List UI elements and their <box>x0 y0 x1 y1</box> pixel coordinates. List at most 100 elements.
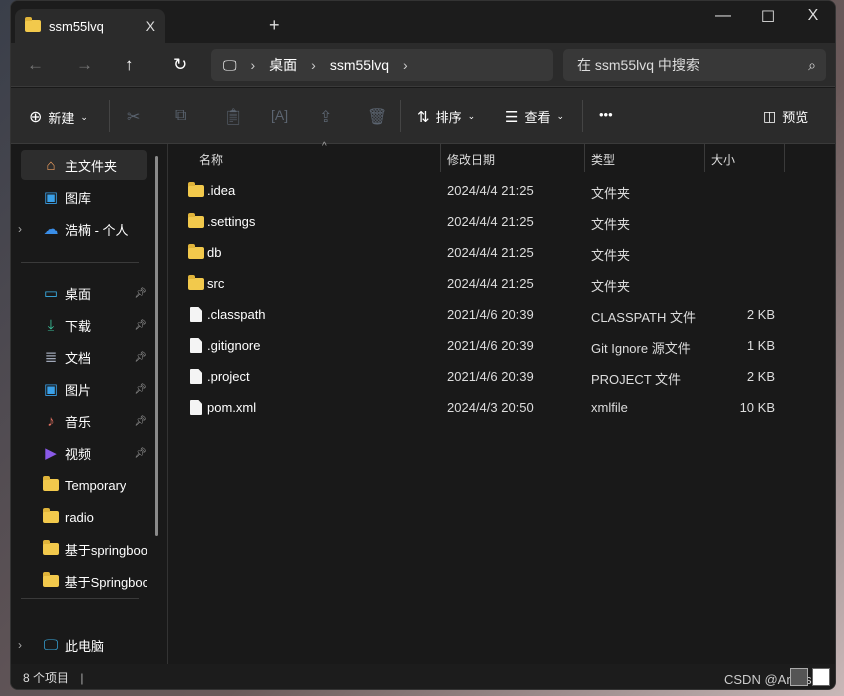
view-button[interactable]: ☰ 查看 ⌄ <box>505 107 564 126</box>
chevron-down-icon: ⌄ <box>556 111 565 121</box>
home-icon: ⌂ <box>46 156 56 174</box>
breadcrumb-desktop[interactable]: 桌面 <box>269 55 297 75</box>
delete-icon[interactable]: 🗑︎ <box>367 107 387 127</box>
maximize-button[interactable]: ☐ <box>748 7 788 27</box>
sidebar-item[interactable]: ▣ 图片 📌︎ <box>21 374 147 404</box>
column-divider[interactable] <box>584 144 585 172</box>
file-type: 文件夹 <box>591 186 631 201</box>
file-row[interactable]: .settings 2024/4/4 21:25 文件夹 <box>168 206 835 237</box>
navigation-pane: ⌂ 主文件夹 ▣ 图库 › ☁ 浩楠 - 个人 ▭ 桌面 📌︎ ⤓ 下载 📌︎ ≣ 文档 📌︎ ▣ 图片 📌︎ ♪ 音乐… <box>11 144 167 664</box>
sidebar-item[interactable]: 基于springboo <box>21 534 147 564</box>
close-tab-button[interactable]: X <box>146 18 155 34</box>
new-tab-button[interactable]: + <box>269 15 280 36</box>
column-divider[interactable] <box>440 144 441 172</box>
address-bar[interactable]: 🖵 › 桌面 › ssm55lvq › <box>211 49 553 81</box>
music-icon: ♪ <box>47 412 55 430</box>
up-button[interactable]: ↑ <box>125 55 134 75</box>
minimize-button[interactable]: — <box>703 7 743 25</box>
file-name: pom.xml <box>207 400 257 415</box>
sidebar-item-label: 图片 <box>65 382 92 398</box>
sidebar-item-label: 主文件夹 <box>65 158 118 174</box>
column-divider[interactable] <box>784 144 785 172</box>
details-view-button[interactable] <box>790 668 808 686</box>
sidebar-scrollbar[interactable] <box>155 156 158 536</box>
refresh-button[interactable]: ↻ <box>173 55 187 75</box>
column-size[interactable]: 大小 <box>711 151 735 168</box>
search-input[interactable]: 在 ssm55lvq 中搜索 ⌕ <box>563 49 826 81</box>
tab-ssm55lvq[interactable]: ssm55lvq X <box>15 9 165 43</box>
sidebar-item[interactable]: ▶ 视频 📌︎ <box>21 438 147 468</box>
sort-ascending-icon: ^ <box>322 141 327 152</box>
folder-icon <box>188 213 204 228</box>
new-button[interactable]: ⊕ 新建 ⌄ <box>29 107 88 127</box>
file-row[interactable]: src 2024/4/4 21:25 文件夹 <box>168 268 835 299</box>
folder-icon <box>25 17 41 32</box>
pin-icon[interactable]: 📌︎ <box>134 448 147 459</box>
column-name[interactable]: 名称 <box>199 151 223 168</box>
sidebar-item-label: 基于Springboc <box>64 574 147 590</box>
column-date[interactable]: 修改日期 <box>447 151 495 168</box>
folder-icon <box>188 182 204 197</box>
sidebar-item[interactable]: ▭ 桌面 📌︎ <box>21 278 147 308</box>
file-icon <box>190 338 202 353</box>
file-icon <box>190 369 202 384</box>
sidebar-item[interactable]: ⤓ 下载 📌︎ <box>21 310 147 340</box>
paste-icon[interactable]: 📋︎ <box>223 107 243 127</box>
pin-icon[interactable]: 📌︎ <box>134 320 147 331</box>
plus-circle-icon: ⊕ <box>29 109 43 126</box>
expand-chevron-icon[interactable]: › <box>18 222 22 236</box>
pin-icon[interactable]: 📌︎ <box>134 416 147 427</box>
column-divider[interactable] <box>704 144 705 172</box>
sort-button[interactable]: ⇅ 排序 ⌄ <box>417 107 475 126</box>
pin-icon[interactable]: 📌︎ <box>134 384 147 395</box>
sidebar-item[interactable]: ▣ 图库 <box>21 182 147 212</box>
file-name: db <box>207 245 222 260</box>
pin-icon[interactable]: 📌︎ <box>134 352 147 363</box>
sort-icon: ⇅ <box>417 108 430 126</box>
file-icon <box>190 307 202 322</box>
sidebar-item[interactable]: ⌂ 主文件夹 <box>21 150 147 180</box>
column-type[interactable]: 类型 <box>591 151 615 168</box>
file-row[interactable]: .gitignore 2021/4/6 20:39 Git Ignore 源文件 1 … <box>168 330 835 361</box>
sidebar-item[interactable]: 基于Springboc <box>21 566 147 596</box>
share-icon[interactable]: ⇪ <box>319 107 332 127</box>
breadcrumb-ssm55lvq[interactable]: ssm55lvq <box>330 57 389 73</box>
file-row[interactable]: pom.xml 2024/4/3 20:50 xmlfile 10 KB <box>168 392 835 423</box>
chevron-right-icon[interactable]: › <box>403 57 408 73</box>
sidebar-item[interactable]: › 🖵 此电脑 <box>18 630 147 660</box>
tiles-view-button[interactable] <box>812 668 830 686</box>
sidebar-item[interactable]: Temporary <box>21 470 147 500</box>
status-divider: | <box>80 671 84 685</box>
sidebar-item-label: radio <box>65 509 94 525</box>
pin-icon[interactable]: 📌︎ <box>134 288 147 299</box>
folder-icon <box>43 572 59 587</box>
view-label: 查看 <box>524 110 551 125</box>
sidebar-item[interactable]: ≣ 文档 📌︎ <box>21 342 147 372</box>
sidebar-item[interactable]: › ☁ 浩楠 - 个人 <box>18 214 147 244</box>
file-type: CLASSPATH 文件 <box>591 310 696 325</box>
preview-pane-icon: ◫ <box>763 108 777 124</box>
sidebar-item[interactable]: ♪ 音乐 📌︎ <box>21 406 147 436</box>
folder-icon <box>43 540 59 555</box>
rename-icon[interactable]: [A] <box>271 107 288 123</box>
folder-icon <box>43 476 59 491</box>
chevron-right-icon: › <box>311 57 316 73</box>
folder-icon <box>188 244 204 259</box>
cut-icon[interactable]: ✂ <box>127 107 140 127</box>
sidebar-item[interactable]: radio <box>21 502 147 532</box>
back-button[interactable]: ← <box>27 55 44 75</box>
file-row[interactable]: .project 2021/4/6 20:39 PROJECT 文件 2 KB <box>168 361 835 392</box>
preview-label: 预览 <box>782 110 809 125</box>
preview-button[interactable]: ◫ 预览 <box>763 107 808 126</box>
copy-icon[interactable]: ⧉ <box>175 107 186 125</box>
file-row[interactable]: .classpath 2021/4/6 20:39 CLASSPATH 文件 2 KB <box>168 299 835 330</box>
file-row[interactable]: .idea 2024/4/4 21:25 文件夹 <box>168 175 835 206</box>
file-date: 2024/4/4 21:25 <box>447 245 534 260</box>
file-row[interactable]: db 2024/4/4 21:25 文件夹 <box>168 237 835 268</box>
close-window-button[interactable]: X <box>793 7 833 25</box>
expand-chevron-icon[interactable]: › <box>18 638 22 652</box>
more-options-button[interactable]: ••• <box>599 107 613 122</box>
forward-button[interactable]: → <box>76 55 93 75</box>
file-list: ^ 名称 修改日期 类型 大小 .idea 2024/4/4 21:25 文件夹 .s… <box>168 141 835 664</box>
file-date: 2024/4/3 20:50 <box>447 400 534 415</box>
